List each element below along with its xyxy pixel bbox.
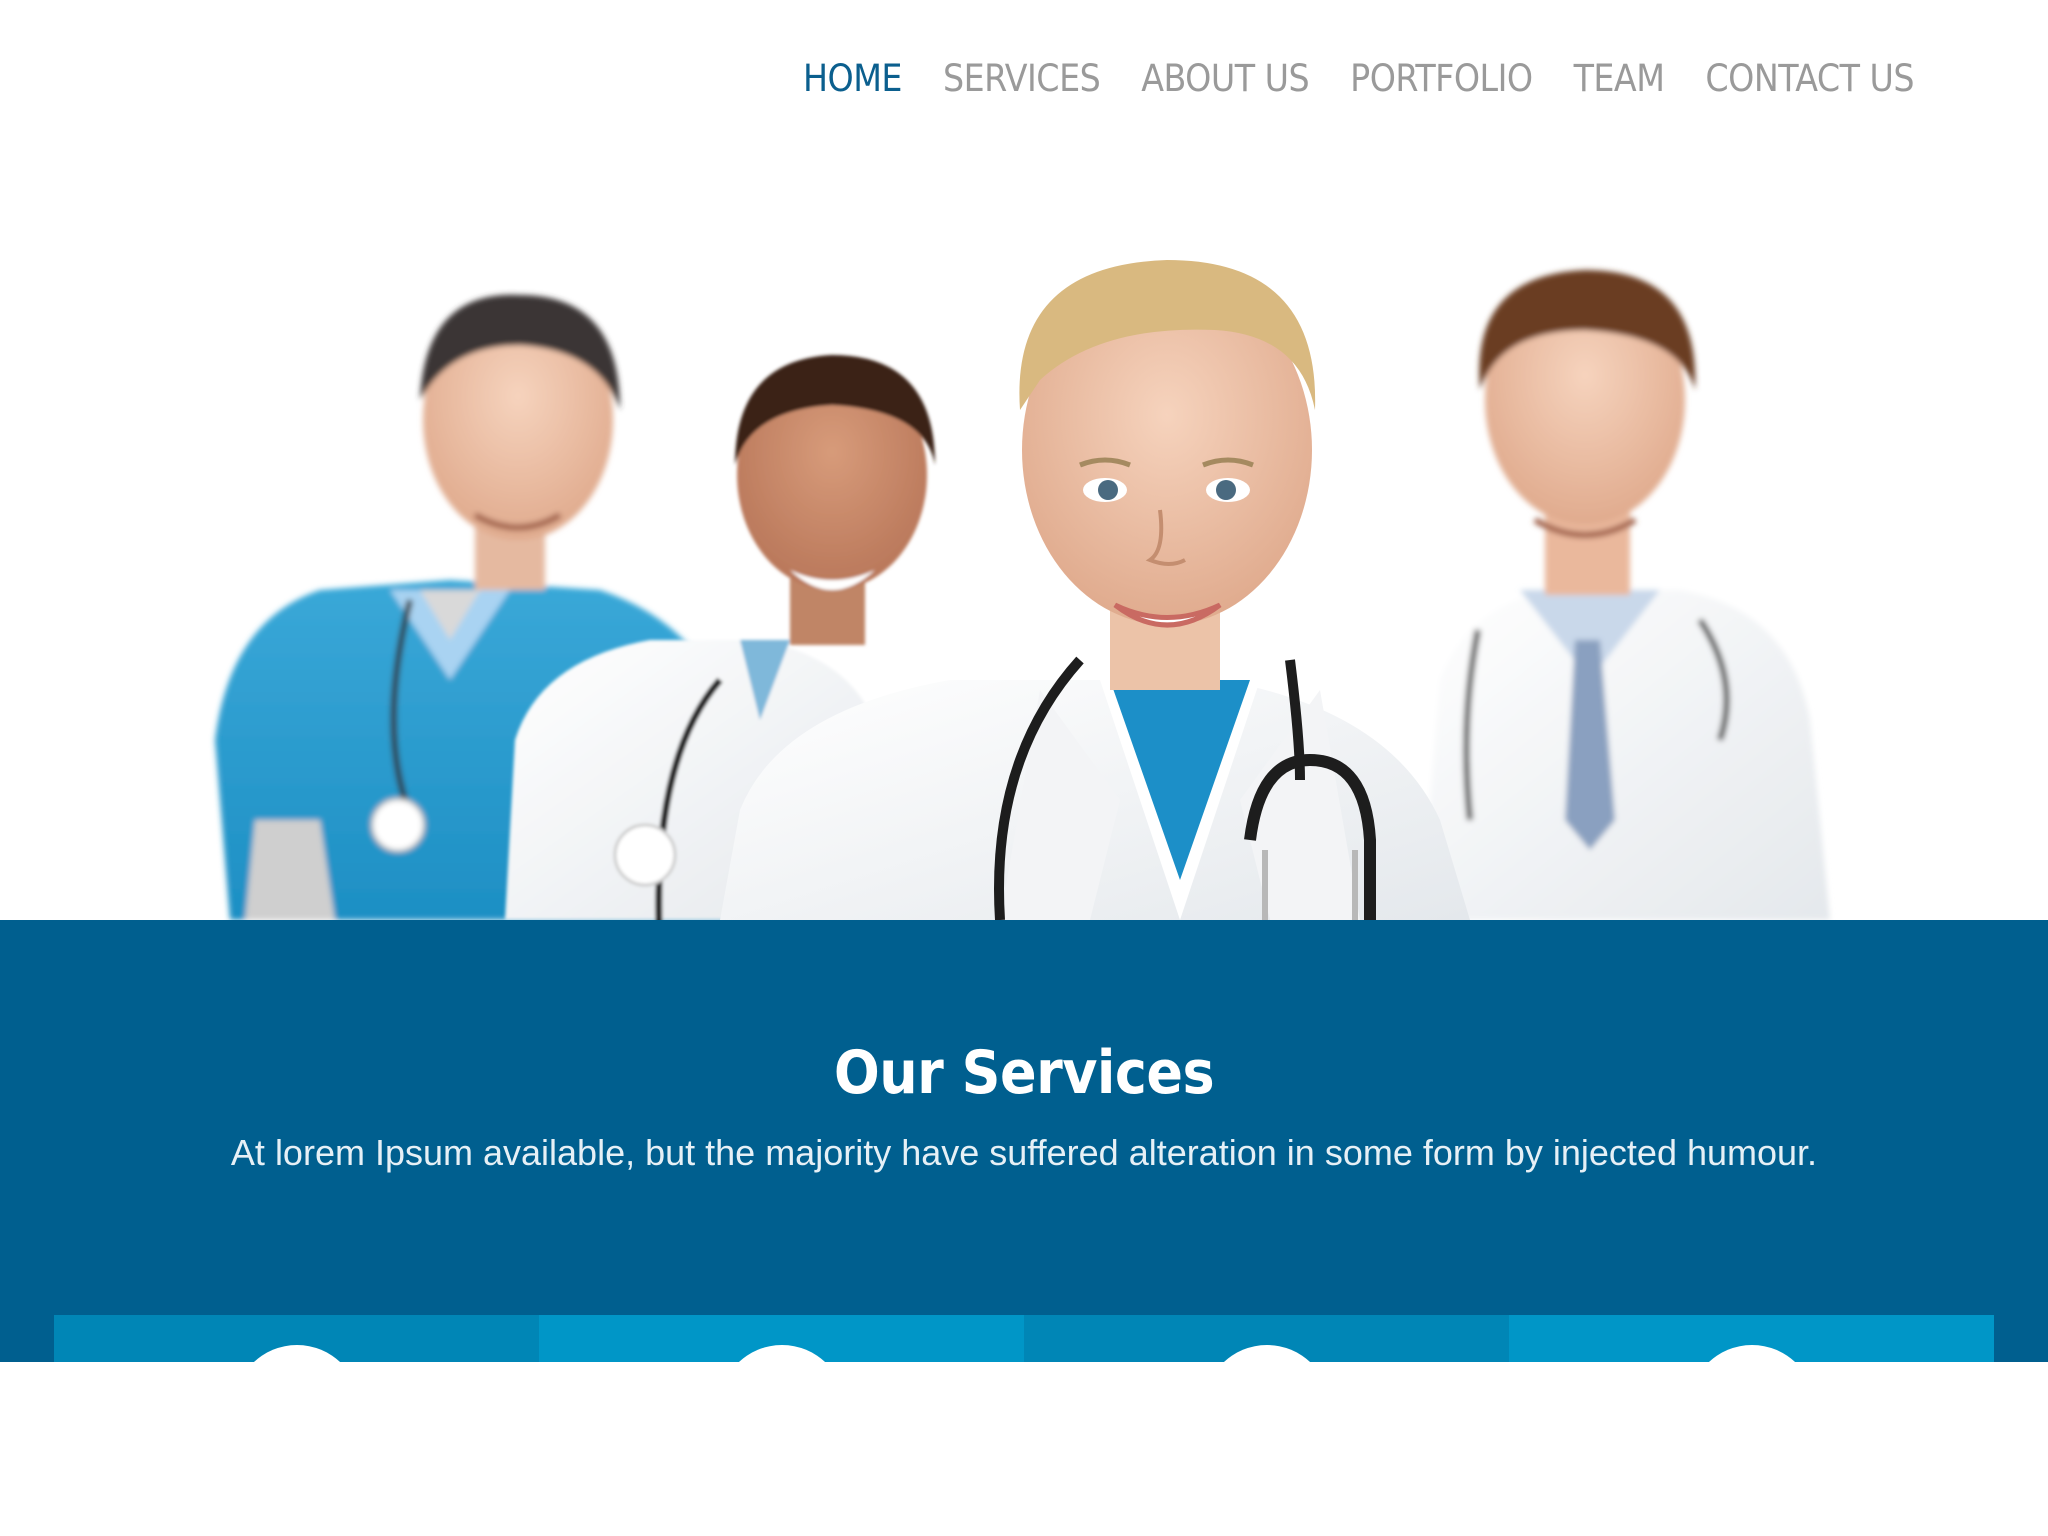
services-subtitle: At lorem Ipsum available, but the majori… (230, 1132, 1818, 1173)
hero-image (0, 120, 2048, 920)
service-icon-circle-3 (1203, 1345, 1330, 1362)
service-tile-2[interactable] (539, 1315, 1024, 1362)
nav-home[interactable]: HOME (803, 57, 903, 100)
nav-about-us[interactable]: ABOUT US (1141, 57, 1309, 100)
doctor-right (1420, 270, 1830, 920)
service-tiles (54, 1315, 1994, 1362)
service-icon-circle-1 (233, 1345, 360, 1362)
service-tile-1[interactable] (54, 1315, 539, 1362)
nav-portfolio[interactable]: PORTFOLIO (1350, 57, 1533, 100)
page: HOME SERVICES ABOUT US PORTFOLIO TEAM CO… (0, 0, 2048, 1536)
nav-contact-us[interactable]: CONTACT US (1705, 57, 1914, 100)
services-section: Our Services At lorem Ipsum available, b… (0, 920, 2048, 1362)
service-tile-4[interactable] (1509, 1315, 1994, 1362)
service-icon-circle-4 (1688, 1345, 1815, 1362)
nav-services[interactable]: SERVICES (943, 57, 1101, 100)
service-tile-3[interactable] (1024, 1315, 1509, 1362)
service-icon-circle-2 (718, 1345, 845, 1362)
services-title: Our Services (833, 1038, 1215, 1108)
main-nav: HOME SERVICES ABOUT US PORTFOLIO TEAM CO… (803, 50, 1915, 106)
nav-team[interactable]: TEAM (1574, 57, 1665, 100)
doctors-illustration (215, 260, 1830, 920)
